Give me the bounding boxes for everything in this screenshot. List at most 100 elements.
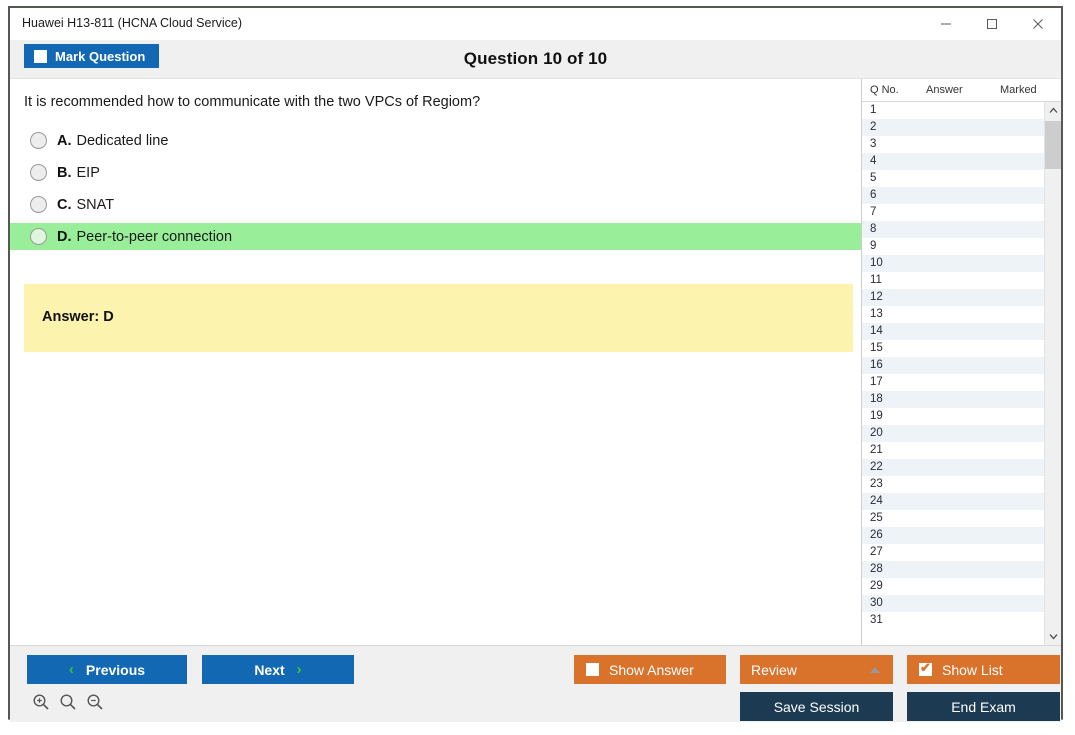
question-counter: Question 10 of 10 bbox=[463, 49, 608, 68]
question-list-row[interactable]: 11 bbox=[862, 272, 1044, 289]
question-list-row[interactable]: 27 bbox=[862, 544, 1044, 561]
question-list-row[interactable]: 18 bbox=[862, 391, 1044, 408]
question-list-row[interactable]: 13 bbox=[862, 306, 1044, 323]
question-list-row[interactable]: 8 bbox=[862, 221, 1044, 238]
question-list-row-number: 1 bbox=[870, 104, 877, 116]
question-list-row[interactable]: 1 bbox=[862, 102, 1044, 119]
review-dropdown[interactable]: Review bbox=[740, 655, 893, 684]
question-list-scroll-area: 1 2 3 4 5 6 7 8 9 10 11 12 13 14 15 16 17 18 19 20 21 22 23 24 2… bbox=[862, 102, 1061, 645]
question-list-row[interactable]: 30 bbox=[862, 595, 1044, 612]
question-list-row[interactable]: 6 bbox=[862, 187, 1044, 204]
option-text-c: SNAT bbox=[76, 196, 115, 213]
question-list-row-number: 18 bbox=[870, 393, 883, 405]
end-exam-label: End Exam bbox=[951, 698, 1016, 715]
show-answer-button[interactable]: Show Answer bbox=[574, 655, 726, 684]
question-list-row[interactable]: 29 bbox=[862, 578, 1044, 595]
scroll-up-arrow-icon[interactable] bbox=[1045, 102, 1061, 119]
answer-reveal-box: Answer: D bbox=[24, 284, 853, 352]
question-list-row-number: 20 bbox=[870, 427, 883, 439]
previous-button[interactable]: ‹ Previous bbox=[27, 655, 187, 684]
question-list-row[interactable]: 19 bbox=[862, 408, 1044, 425]
zoom-reset-icon[interactable] bbox=[59, 693, 77, 711]
end-exam-button[interactable]: End Exam bbox=[907, 692, 1060, 721]
next-label: Next bbox=[254, 661, 285, 678]
question-list-row-number: 19 bbox=[870, 410, 883, 422]
maximize-icon[interactable] bbox=[969, 8, 1015, 39]
question-list-row[interactable]: 21 bbox=[862, 442, 1044, 459]
question-list-row[interactable]: 17 bbox=[862, 374, 1044, 391]
question-list-row-number: 17 bbox=[870, 376, 883, 388]
question-list-row-number: 26 bbox=[870, 529, 883, 541]
question-list-row[interactable]: 14 bbox=[862, 323, 1044, 340]
next-button[interactable]: Next › bbox=[202, 655, 354, 684]
radio-icon-c[interactable] bbox=[30, 196, 47, 213]
question-list-row[interactable]: 3 bbox=[862, 136, 1044, 153]
question-list-row[interactable]: 31 bbox=[862, 612, 1044, 629]
show-list-button[interactable]: ✔ Show List bbox=[907, 655, 1060, 684]
question-list-row[interactable]: 22 bbox=[862, 459, 1044, 476]
question-pane: It is recommended how to communicate wit… bbox=[10, 79, 861, 645]
zoom-out-icon[interactable] bbox=[86, 693, 104, 711]
scrollbar-thumb[interactable] bbox=[1045, 121, 1061, 169]
question-list-row-number: 28 bbox=[870, 563, 883, 575]
question-list-row[interactable]: 4 bbox=[862, 153, 1044, 170]
question-list-row-number: 13 bbox=[870, 308, 883, 320]
question-list-row[interactable]: 5 bbox=[862, 170, 1044, 187]
save-session-button[interactable]: Save Session bbox=[740, 692, 893, 721]
radio-icon-b[interactable] bbox=[30, 164, 47, 181]
question-list-row[interactable]: 23 bbox=[862, 476, 1044, 493]
question-list-row-number: 22 bbox=[870, 461, 883, 473]
question-list-row-number: 2 bbox=[870, 121, 877, 133]
question-list-row-number: 21 bbox=[870, 444, 883, 456]
question-list-row[interactable]: 25 bbox=[862, 510, 1044, 527]
question-list-row[interactable]: 12 bbox=[862, 289, 1044, 306]
exam-window: Huawei H13-811 (HCNA Cloud Service) Mark… bbox=[8, 6, 1063, 722]
answer-text: Answer: D bbox=[42, 309, 114, 325]
question-list-row[interactable]: 24 bbox=[862, 493, 1044, 510]
option-text-a: Dedicated line bbox=[76, 132, 169, 149]
application-window: Huawei H13-811 (HCNA Cloud Service) Mark… bbox=[0, 0, 1075, 735]
radio-icon-d[interactable] bbox=[30, 228, 47, 245]
radio-icon-a[interactable] bbox=[30, 132, 47, 149]
question-list-row[interactable]: 28 bbox=[862, 561, 1044, 578]
option-letter-d: D. bbox=[57, 228, 72, 245]
question-list-row[interactable]: 20 bbox=[862, 425, 1044, 442]
question-list-row[interactable]: 2 bbox=[862, 119, 1044, 136]
save-session-label: Save Session bbox=[773, 698, 860, 715]
question-list-row-number: 14 bbox=[870, 325, 883, 337]
footer-toolbar: ‹ Previous Next › Show Answer Review ✔ S… bbox=[10, 645, 1061, 722]
option-row-d[interactable]: D. Peer-to-peer connection bbox=[10, 223, 861, 250]
question-list-row[interactable]: 15 bbox=[862, 340, 1044, 357]
question-list-row[interactable]: 26 bbox=[862, 527, 1044, 544]
question-list-row[interactable]: 10 bbox=[862, 255, 1044, 272]
question-list-scrollbar[interactable] bbox=[1044, 102, 1061, 645]
question-list-row[interactable]: 16 bbox=[862, 357, 1044, 374]
show-answer-label: Show Answer bbox=[609, 661, 694, 678]
question-list-row-number: 16 bbox=[870, 359, 883, 371]
question-list-row-number: 3 bbox=[870, 138, 877, 150]
option-row-a[interactable]: A. Dedicated line bbox=[10, 127, 861, 154]
question-list-panel: Q No. Answer Marked 1 2 3 4 5 6 7 8 9 10 11 12 13 14 1… bbox=[861, 79, 1061, 645]
close-icon[interactable] bbox=[1015, 8, 1061, 39]
show-list-label: Show List bbox=[942, 661, 1003, 678]
window-controls bbox=[923, 8, 1061, 39]
option-text-d: Peer-to-peer connection bbox=[76, 228, 233, 245]
option-row-c[interactable]: C. SNAT bbox=[10, 191, 861, 218]
review-label: Review bbox=[751, 661, 797, 678]
option-text-b: EIP bbox=[76, 164, 100, 181]
question-text: It is recommended how to communicate wit… bbox=[24, 94, 481, 110]
column-header-marked: Marked bbox=[1000, 84, 1037, 96]
question-header-bar: Mark Question Question 10 of 10 bbox=[10, 40, 1061, 79]
answer-options-list: A. Dedicated line B. EIP C. SNAT D. Peer… bbox=[10, 127, 861, 255]
question-list-row[interactable]: 9 bbox=[862, 238, 1044, 255]
minimize-icon[interactable] bbox=[923, 8, 969, 39]
question-list-row-number: 27 bbox=[870, 546, 883, 558]
scroll-down-arrow-icon[interactable] bbox=[1045, 628, 1061, 645]
previous-label: Previous bbox=[85, 661, 146, 678]
zoom-controls bbox=[32, 693, 104, 711]
option-row-b[interactable]: B. EIP bbox=[10, 159, 861, 186]
question-list-row-number: 30 bbox=[870, 597, 883, 609]
question-list-row[interactable]: 7 bbox=[862, 204, 1044, 221]
chevron-up-icon bbox=[870, 667, 880, 673]
zoom-in-icon[interactable] bbox=[32, 693, 50, 711]
